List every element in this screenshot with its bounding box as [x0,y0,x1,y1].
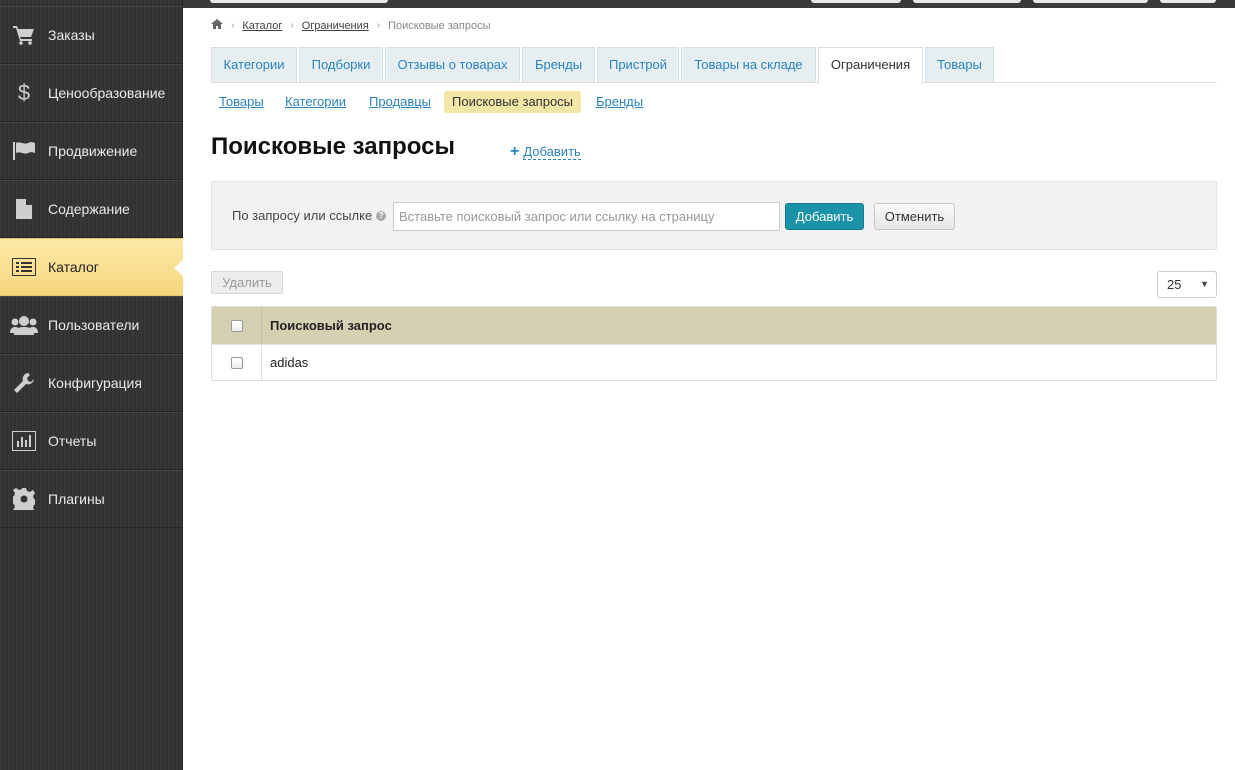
subtab-brands[interactable]: Бренды [596,91,643,113]
sidebar-item-label: Плагины [48,491,105,507]
top-bar-control[interactable] [1160,0,1216,3]
sidebar: Заказы $ Ценообразование Продвижение Сод… [0,0,184,770]
plus-icon: + [510,143,520,160]
sidebar-item-label: Каталог [48,259,99,275]
sidebar-item-catalog[interactable]: Каталог [0,238,184,296]
flag-icon [0,141,48,161]
subtab-categories[interactable]: Категории [285,91,346,113]
add-link[interactable]: + Добавить [510,143,581,161]
document-icon [0,199,48,219]
sidebar-item-label: Отчеты [48,433,97,449]
sidebar-item-orders[interactable]: Заказы [0,6,183,64]
sidebar-item-plugins[interactable]: Плагины [0,470,183,528]
sidebar-item-label: Ценообразование [48,85,166,101]
sidebar-item-pricing[interactable]: $ Ценообразование [0,64,183,122]
delete-button[interactable]: Удалить [211,271,283,294]
top-bar-control[interactable] [811,0,901,3]
sidebar-item-label: Содержание [48,201,130,217]
breadcrumb-separator: › [231,20,235,31]
tab-restrictions[interactable]: Ограничения [818,47,923,84]
breadcrumb-catalog[interactable]: Каталог [242,20,282,32]
list-icon [0,258,48,276]
sidebar-item-users[interactable]: Пользователи [0,296,183,354]
page-size-value: 25 [1167,277,1182,292]
select-all-checkbox[interactable] [230,319,243,332]
tab-products[interactable]: Товары [925,47,994,82]
tab-pristroy[interactable]: Пристрой [597,47,679,82]
table-row: adidas [212,344,1216,380]
row-query-text[interactable]: adidas [262,355,308,370]
table-header: Поисковый запрос [212,307,1216,344]
sidebar-item-label: Заказы [48,27,95,43]
breadcrumb: › Каталог › Ограничения › Поисковые запр… [211,19,491,32]
tab-bar: Категории Подборки Отзывы о товарах Брен… [211,47,1217,84]
breadcrumb-separator: › [290,20,294,31]
breadcrumb-separator: › [376,20,381,31]
query-field-label: По запросу или ссылке ? [232,208,387,223]
top-bar-control[interactable] [1033,0,1148,3]
tab-categories[interactable]: Категории [211,47,297,82]
top-bar-control[interactable] [210,0,388,3]
breadcrumb-restrictions[interactable]: Ограничения [302,20,369,32]
add-button[interactable]: Добавить [785,203,864,230]
query-input[interactable] [393,202,780,231]
column-header-query[interactable]: Поисковый запрос [262,318,392,333]
chart-icon [0,431,48,451]
tab-stock[interactable]: Товары на складе [681,47,816,82]
select-all-cell [212,307,262,344]
page-size-select[interactable]: 25 ▼ [1157,271,1217,298]
breadcrumb-current: Поисковые запросы [388,19,491,32]
sidebar-item-configuration[interactable]: Конфигурация [0,354,183,412]
add-query-panel: По запросу или ссылке ? Добавить Отменит… [211,181,1217,250]
page-title: Поисковые запросы [211,133,455,160]
tab-collections[interactable]: Подборки [299,47,383,82]
search-queries-table: Поисковый запрос adidas [211,306,1217,381]
caret-down-icon: ▼ [1200,279,1209,289]
tab-reviews[interactable]: Отзывы о товарах [385,47,520,82]
wrench-icon [0,372,48,394]
query-field-label-text: По запросу или ссылке [232,208,373,223]
subtab-products[interactable]: Товары [219,91,264,113]
add-link-label: Добавить [523,144,581,160]
subtab-sellers[interactable]: Продавцы [369,91,431,113]
subtab-search-queries[interactable]: Поисковые запросы [444,91,582,113]
sidebar-item-label: Пользователи [48,317,140,333]
sidebar-item-label: Продвижение [48,143,138,159]
sidebar-item-content[interactable]: Содержание [0,180,183,238]
sidebar-item-reports[interactable]: Отчеты [0,412,183,470]
top-bar-control[interactable] [913,0,1021,3]
top-bar [0,0,1235,8]
home-icon[interactable] [211,19,223,32]
cancel-button[interactable]: Отменить [874,203,955,230]
sidebar-item-promotion[interactable]: Продвижение [0,122,183,180]
row-checkbox[interactable] [230,356,243,369]
gear-icon [0,488,48,510]
cart-icon [0,25,48,45]
users-icon [0,315,48,335]
sidebar-item-label: Конфигурация [48,375,142,391]
dollar-icon: $ [17,80,31,105]
help-icon[interactable]: ? [376,210,387,221]
row-check-cell [212,345,262,380]
tab-brands[interactable]: Бренды [522,47,595,82]
